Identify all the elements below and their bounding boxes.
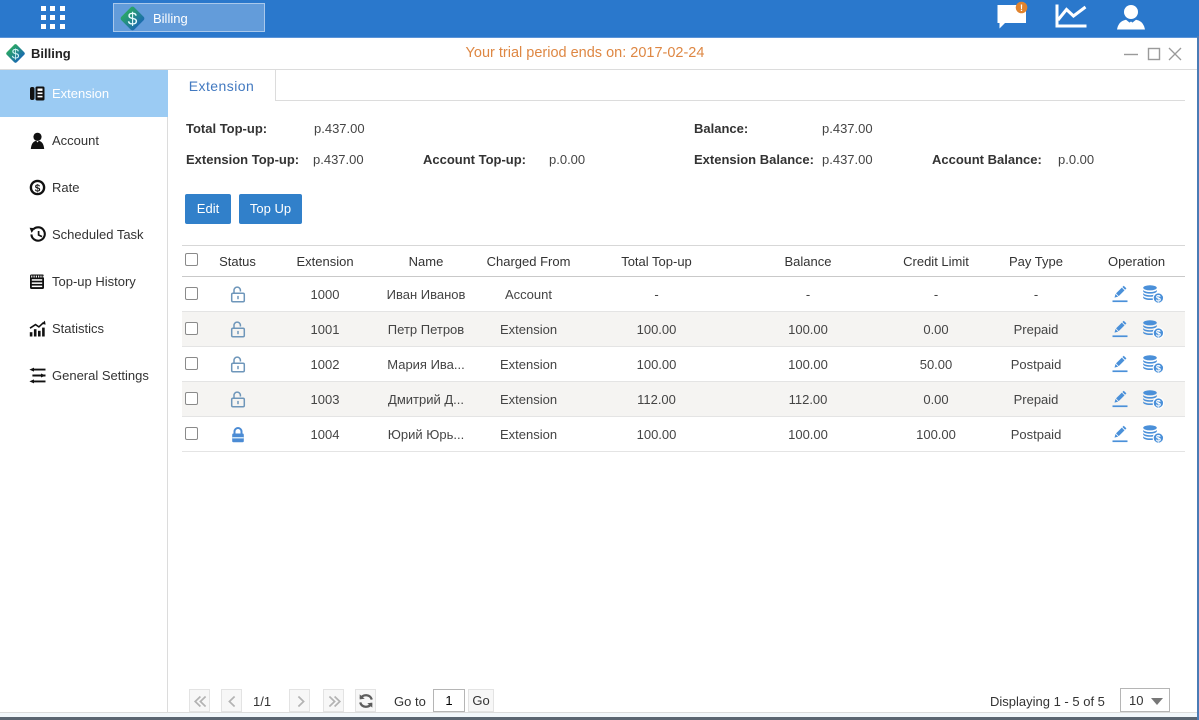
svg-text:!: ! bbox=[1020, 3, 1023, 13]
svg-text:$: $ bbox=[1156, 398, 1161, 408]
svg-text:$: $ bbox=[1156, 328, 1161, 338]
svg-text:$: $ bbox=[128, 9, 138, 29]
svg-text:$: $ bbox=[1156, 433, 1161, 443]
svg-text:$: $ bbox=[1156, 363, 1161, 373]
svg-text:$: $ bbox=[1156, 293, 1161, 303]
svg-text:$: $ bbox=[35, 183, 41, 194]
